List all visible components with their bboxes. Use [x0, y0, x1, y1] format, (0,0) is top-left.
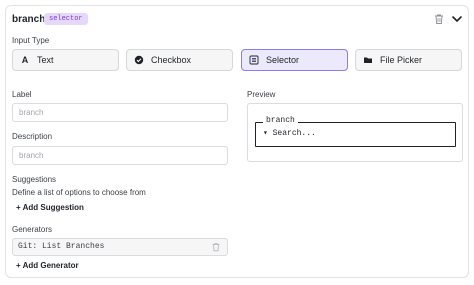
label-input[interactable]: branch [12, 103, 228, 122]
type-option-text[interactable]: A Text [12, 49, 119, 71]
type-option-label: Checkbox [151, 55, 192, 65]
trash-icon[interactable] [433, 13, 445, 25]
input-type-label: Input Type [12, 36, 50, 45]
preview-panel: branch ▾ Search... [247, 103, 463, 162]
suggestions-label: Suggestions [12, 175, 57, 184]
type-option-label: Selector [266, 55, 300, 65]
type-option-label: File Picker [380, 55, 423, 65]
preview-label: Preview [247, 90, 276, 99]
preview-selector-fieldset[interactable]: branch ▾ Search... [255, 116, 456, 147]
description-input[interactable]: branch [12, 146, 228, 165]
parameter-name: branch [12, 14, 46, 25]
type-option-selector[interactable]: Selector [241, 49, 348, 71]
type-option-label: Text [37, 55, 54, 65]
text-a-icon: A [21, 55, 29, 65]
generator-item-label: Git: List Branches [18, 242, 105, 251]
parameter-card: branch selector Input Type A Text Checkb… [5, 5, 469, 278]
check-circle-icon [134, 55, 144, 65]
preview-selector-search[interactable]: ▾ Search... [263, 128, 316, 138]
chevron-down-icon[interactable] [450, 12, 464, 26]
type-option-file-picker[interactable]: File Picker [355, 49, 462, 71]
folder-icon [363, 55, 373, 65]
suggestions-help-text: Define a list of options to choose from [12, 188, 146, 197]
preview-legend: branch [263, 116, 298, 125]
type-option-checkbox[interactable]: Checkbox [126, 49, 233, 71]
label-field-label: Label [12, 90, 32, 99]
type-badge: selector [44, 13, 88, 25]
add-generator-button[interactable]: + Add Generator [16, 261, 79, 270]
generators-label: Generators [12, 225, 53, 234]
trash-icon[interactable] [211, 242, 221, 252]
list-icon [249, 55, 259, 65]
add-suggestion-button[interactable]: + Add Suggestion [16, 203, 84, 212]
generator-item[interactable]: Git: List Branches [12, 238, 228, 256]
description-field-label: Description [12, 132, 53, 141]
